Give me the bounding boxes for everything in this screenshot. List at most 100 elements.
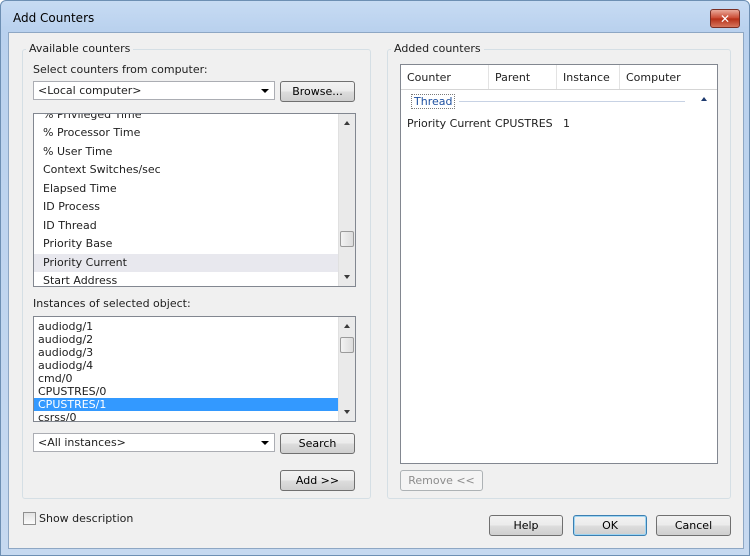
counter-item-label: Start Address (43, 274, 118, 287)
remove-button-label: Remove << (408, 474, 475, 487)
instance-filter-value: <All instances> (38, 436, 126, 449)
list-item[interactable]: audiodg/1 (34, 320, 338, 333)
title-bar[interactable]: Add Counters ✕ (1, 1, 749, 35)
list-item-selected[interactable]: CPUSTRES/1 (34, 398, 338, 411)
search-button[interactable]: Search (280, 433, 355, 454)
list-item[interactable]: audiodg/3 (34, 346, 338, 359)
instance-label: audiodg/4 (38, 359, 94, 372)
available-counters-label: Available counters (26, 42, 134, 55)
added-counters-list[interactable]: Counter Parent Instance Computer Thread … (400, 64, 718, 464)
counter-item-label: Context Switches/sec (43, 163, 161, 176)
scroll-up-button[interactable] (339, 317, 355, 334)
arrow-down-icon (344, 410, 350, 414)
chevron-down-icon (261, 89, 269, 93)
browse-button[interactable]: Browse... (280, 81, 355, 102)
browse-button-label: Browse... (292, 85, 343, 98)
column-header-label: Counter (407, 71, 451, 84)
arrow-up-icon (344, 324, 350, 328)
instance-label: CPUSTRES/1 (38, 398, 107, 411)
scroll-thumb[interactable] (340, 231, 354, 247)
close-icon: ✕ (719, 11, 731, 26)
list-item[interactable]: cmd/0 (34, 372, 338, 385)
dialog-body: Available counters Select counters from … (8, 32, 744, 549)
instance-label: cmd/0 (38, 372, 73, 385)
instance-label: audiodg/2 (38, 333, 94, 346)
counter-item-label: ID Thread (43, 219, 97, 232)
cancel-button[interactable]: Cancel (656, 515, 731, 536)
counter-item-label: Priority Base (43, 237, 113, 250)
counters-list[interactable]: % Privileged Time % Processor Time % Use… (33, 113, 356, 287)
collapse-chevron-icon[interactable] (701, 97, 707, 101)
window-title: Add Counters (13, 11, 95, 25)
instances-label: Instances of selected object: (33, 297, 191, 310)
list-item[interactable]: Context Switches/sec (34, 161, 351, 179)
scroll-down-button[interactable] (339, 269, 355, 286)
counter-item-label: % User Time (43, 145, 113, 158)
instances-list[interactable]: audiodg/1 audiodg/2 audiodg/3 audiodg/4 … (33, 316, 356, 422)
scroll-up-button[interactable] (339, 114, 355, 131)
list-item[interactable]: % Privileged Time (34, 113, 351, 124)
cell-parent: CPUSTRES (495, 117, 553, 130)
column-header-label: Instance (563, 71, 610, 84)
instance-label: audiodg/1 (38, 320, 94, 333)
added-counters-label: Added counters (391, 42, 484, 55)
show-description-checkbox[interactable] (23, 512, 36, 525)
instance-label: audiodg/3 (38, 346, 94, 359)
list-item[interactable]: Priority Base (34, 235, 351, 253)
cell-counter: Priority Current (407, 117, 491, 130)
list-item[interactable]: audiodg/2 (34, 333, 338, 346)
counter-item-label: % Processor Time (43, 126, 141, 139)
computer-combo[interactable]: <Local computer> (33, 81, 275, 100)
column-header-instance[interactable]: Instance (557, 65, 620, 89)
computer-select-label: Select counters from computer: (33, 63, 208, 76)
search-button-label: Search (298, 437, 337, 450)
list-item[interactable]: ID Process (34, 198, 351, 216)
column-header-computer[interactable]: Computer (620, 65, 717, 89)
scroll-down-button[interactable] (339, 404, 355, 421)
ok-button-label: OK (602, 519, 618, 532)
instance-label: csrss/0 (38, 411, 77, 422)
group-header-thread[interactable]: Thread (411, 94, 687, 109)
counter-item-label: % Privileged Time (43, 113, 142, 121)
list-header: Counter Parent Instance Computer (401, 65, 717, 90)
list-item[interactable]: Elapsed Time (34, 180, 351, 198)
arrow-up-icon (344, 121, 350, 125)
list-item[interactable]: Start Address (34, 272, 351, 287)
counters-scrollbar[interactable] (338, 114, 355, 286)
group-header-label: Thread (411, 94, 456, 109)
cell-instance: 1 (563, 117, 570, 130)
list-item[interactable]: audiodg/4 (34, 359, 338, 372)
cancel-button-label: Cancel (674, 519, 713, 532)
list-item[interactable]: % Processor Time (34, 124, 351, 142)
instance-label: CPUSTRES/0 (38, 385, 107, 398)
column-header-parent[interactable]: Parent (489, 65, 557, 89)
close-button[interactable]: ✕ (710, 9, 740, 28)
computer-combo-value: <Local computer> (38, 84, 142, 97)
list-item[interactable]: % User Time (34, 143, 351, 161)
remove-button[interactable]: Remove << (400, 470, 483, 491)
group-divider (459, 101, 685, 102)
arrow-down-icon (344, 275, 350, 279)
list-item[interactable]: csrss/0 (34, 411, 338, 422)
add-button-label: Add >> (295, 474, 340, 487)
add-button[interactable]: Add >> (280, 470, 355, 491)
help-button-label: Help (513, 519, 539, 532)
counter-item-label: Priority Current (43, 256, 127, 269)
list-item-selected[interactable]: Priority Current (34, 254, 351, 272)
table-row[interactable]: Priority Current CPUSTRES 1 (401, 115, 717, 133)
add-counters-dialog: Add Counters ✕ Available counters Select… (0, 0, 750, 556)
column-header-label: Parent (495, 71, 531, 84)
list-item[interactable]: ID Thread (34, 217, 351, 235)
list-item[interactable]: CPUSTRES/0 (34, 385, 338, 398)
column-header-counter[interactable]: Counter (401, 65, 489, 89)
help-button[interactable]: Help (489, 515, 563, 536)
show-description-label[interactable]: Show description (39, 512, 133, 525)
instance-filter-combo[interactable]: <All instances> (33, 433, 275, 452)
instances-scrollbar[interactable] (338, 317, 355, 421)
counter-item-label: Elapsed Time (43, 182, 117, 195)
scroll-thumb[interactable] (340, 337, 354, 353)
ok-button[interactable]: OK (573, 515, 647, 536)
chevron-down-icon (261, 441, 269, 445)
column-header-label: Computer (626, 71, 681, 84)
counter-item-label: ID Process (43, 200, 100, 213)
